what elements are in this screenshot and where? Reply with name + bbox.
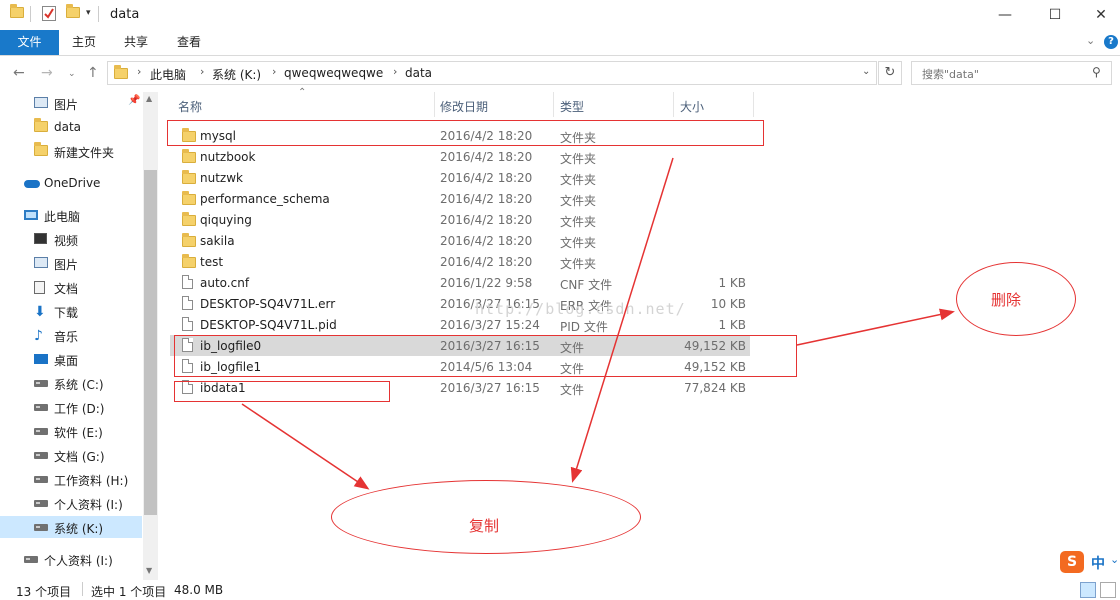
selection-size: 48.0 MB xyxy=(174,583,224,597)
status-bar: 13 个项目 选中 1 个项目 48.0 MB xyxy=(0,580,1120,600)
arrow-to-copy xyxy=(241,403,370,490)
item-count: 13 个项目 xyxy=(16,585,72,599)
ime-menu-icon[interactable]: ⌄ xyxy=(1110,553,1119,566)
arrow-to-copy xyxy=(570,157,674,483)
ime-indicator[interactable]: S 中 ⌄ xyxy=(1060,549,1120,577)
arrow-to-delete xyxy=(796,308,955,346)
ime-mode[interactable]: 中 xyxy=(1091,553,1105,573)
sogou-logo-icon[interactable]: S xyxy=(1060,551,1084,573)
large-icons-view-icon[interactable] xyxy=(1100,582,1116,598)
details-view-icon[interactable] xyxy=(1080,582,1096,598)
divider xyxy=(82,582,83,596)
selection-count: 选中 1 个项目 xyxy=(91,585,167,599)
annotation-arrows xyxy=(241,157,955,490)
